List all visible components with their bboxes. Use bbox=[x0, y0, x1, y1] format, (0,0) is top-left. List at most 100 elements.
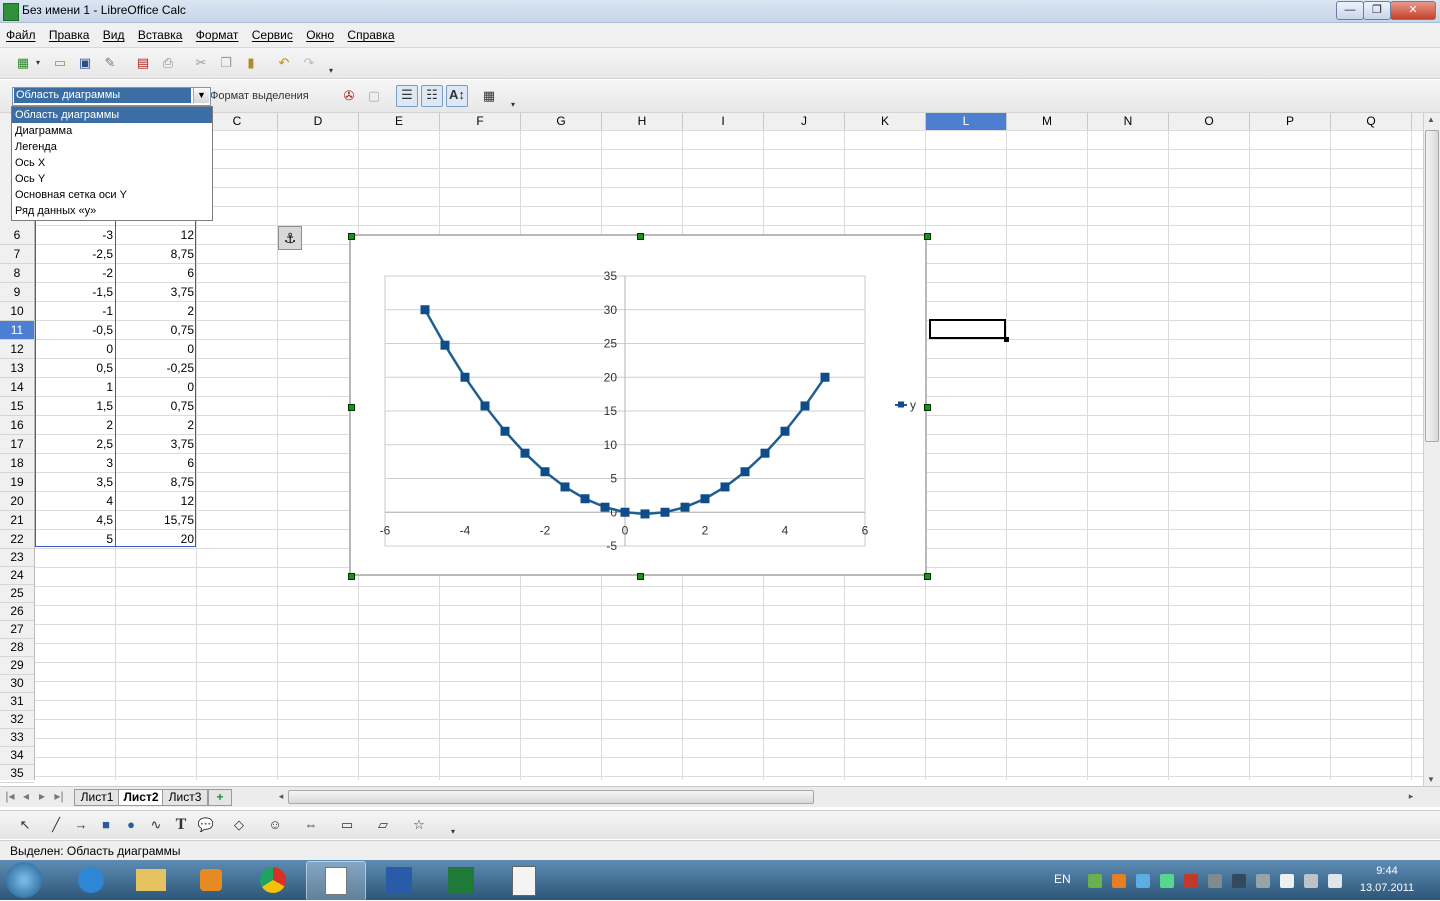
row-header[interactable]: 29 bbox=[0, 657, 34, 675]
cut-icon[interactable]: ✂ bbox=[192, 54, 210, 72]
cell-b[interactable]: 0 bbox=[116, 378, 196, 397]
cell-a[interactable]: 1 bbox=[35, 378, 115, 397]
row-header[interactable]: 19 bbox=[0, 473, 34, 492]
cell-a[interactable]: 5 bbox=[35, 530, 115, 549]
selection-handle[interactable] bbox=[348, 404, 355, 411]
cell-b[interactable]: 2 bbox=[116, 416, 196, 435]
toolbar-overflow-icon[interactable]: ▾ bbox=[326, 62, 336, 80]
column-header[interactable]: H bbox=[602, 113, 683, 130]
scroll-down-arrow-icon[interactable]: ▼ bbox=[1427, 775, 1435, 784]
paste-icon[interactable]: ▮ bbox=[242, 54, 260, 72]
taskbar-ie-icon[interactable] bbox=[62, 861, 120, 899]
cell-a[interactable]: 2,5 bbox=[35, 435, 115, 454]
cell-b[interactable]: 0,75 bbox=[116, 397, 196, 416]
cell-b[interactable]: 8,75 bbox=[116, 473, 196, 492]
row-header[interactable]: 35 bbox=[0, 765, 34, 783]
tray-icon-1[interactable] bbox=[1088, 874, 1102, 888]
column-header[interactable]: N bbox=[1088, 113, 1169, 130]
select-arrow-icon[interactable]: ↖ bbox=[16, 816, 34, 834]
selection-handle[interactable] bbox=[348, 233, 355, 240]
horizontal-grids-icon[interactable]: ☰ bbox=[396, 85, 418, 107]
menu-help[interactable]: Справка bbox=[347, 23, 394, 47]
flag-icon[interactable] bbox=[1280, 874, 1294, 888]
cell-b[interactable]: 2 bbox=[116, 302, 196, 321]
cell-b[interactable]: -0,25 bbox=[116, 359, 196, 378]
dropdown-option[interactable]: Ось X bbox=[12, 155, 212, 171]
first-sheet-icon[interactable]: |◂ bbox=[4, 789, 16, 804]
language-indicator[interactable]: EN bbox=[1054, 872, 1071, 886]
chart-type-icon[interactable]: ✇ bbox=[340, 87, 358, 105]
menu-window[interactable]: Окно bbox=[306, 23, 334, 47]
legend-on-off-icon[interactable]: ☷ bbox=[421, 85, 443, 107]
row-header[interactable]: 32 bbox=[0, 711, 34, 729]
taskbar-chrome-icon[interactable] bbox=[244, 861, 302, 899]
format-selection-button[interactable]: Формат выделения bbox=[210, 87, 322, 105]
row-header[interactable]: 28 bbox=[0, 639, 34, 657]
start-button[interactable] bbox=[6, 862, 42, 898]
cell-a[interactable]: 4,5 bbox=[35, 511, 115, 530]
column-header[interactable]: I bbox=[683, 113, 764, 130]
taskbar-libreoffice-icon[interactable] bbox=[306, 861, 366, 901]
new-document-icon[interactable]: ▦ bbox=[14, 54, 32, 72]
taskbar-explorer-icon[interactable] bbox=[122, 861, 180, 899]
cell-b[interactable]: 15,75 bbox=[116, 511, 196, 530]
vertical-scroll-thumb[interactable] bbox=[1425, 130, 1439, 442]
taskbar-word-icon[interactable] bbox=[370, 861, 428, 899]
maximize-button[interactable]: ❐ bbox=[1363, 1, 1391, 20]
scale-text-icon[interactable]: A↕ bbox=[446, 85, 468, 107]
horizontal-scroll-thumb[interactable] bbox=[288, 790, 814, 804]
row-header[interactable]: 22 bbox=[0, 530, 34, 549]
row-header[interactable]: 23 bbox=[0, 549, 34, 567]
sheet-tab-3[interactable]: Лист3 bbox=[162, 789, 208, 806]
chart-object[interactable]: -5 0 5 10 15 20 25 30 35 -6 -4 -2 0 2 4 6 y bbox=[348, 233, 931, 580]
scroll-up-arrow-icon[interactable]: ▲ bbox=[1427, 115, 1435, 124]
scroll-right-arrow-icon[interactable]: ▸ bbox=[1406, 789, 1416, 804]
cell-a[interactable]: 0,5 bbox=[35, 359, 115, 378]
menu-tools[interactable]: Сервис bbox=[252, 23, 293, 47]
automatic-layout-icon[interactable]: ▦ bbox=[480, 87, 498, 105]
row-header[interactable]: 25 bbox=[0, 585, 34, 603]
row-header[interactable]: 20 bbox=[0, 492, 34, 511]
column-header[interactable]: E bbox=[359, 113, 440, 130]
stars-icon[interactable]: ☆ bbox=[410, 816, 428, 834]
menu-insert[interactable]: Вставка bbox=[138, 23, 183, 47]
row-header[interactable]: 34 bbox=[0, 747, 34, 765]
cell-b[interactable]: 0 bbox=[116, 340, 196, 359]
column-header[interactable]: L bbox=[926, 113, 1007, 130]
clock-date[interactable]: 13.07.2011 bbox=[1356, 882, 1418, 894]
row-header[interactable]: 10 bbox=[0, 302, 34, 321]
taskbar-media-icon[interactable] bbox=[182, 861, 240, 899]
menu-file[interactable]: Файл bbox=[6, 23, 36, 47]
cell-b[interactable]: 0,75 bbox=[116, 321, 196, 340]
row-header[interactable]: 8 bbox=[0, 264, 34, 283]
anchor-icon[interactable]: ⚓ bbox=[278, 226, 302, 250]
column-header[interactable]: Q bbox=[1331, 113, 1412, 130]
row-header[interactable]: 27 bbox=[0, 621, 34, 639]
column-header[interactable]: K bbox=[845, 113, 926, 130]
cell-a[interactable]: -0,5 bbox=[35, 321, 115, 340]
row-header[interactable]: 24 bbox=[0, 567, 34, 585]
save-icon[interactable]: ▣ bbox=[76, 54, 94, 72]
flowchart-icon[interactable]: ▭ bbox=[338, 816, 356, 834]
tray-icon-5[interactable] bbox=[1184, 874, 1198, 888]
new-dropdown-icon[interactable]: ▾ bbox=[33, 54, 43, 72]
cell-a[interactable]: -2 bbox=[35, 264, 115, 283]
symbol-shapes-icon[interactable]: ☺ bbox=[266, 816, 284, 834]
cell-b[interactable]: 8,75 bbox=[116, 245, 196, 264]
row-header[interactable]: 26 bbox=[0, 603, 34, 621]
arrow-line-tool-icon[interactable]: → bbox=[72, 816, 90, 834]
chevron-down-icon[interactable]: ▼ bbox=[193, 88, 209, 103]
clock-time[interactable]: 9:44 bbox=[1362, 865, 1412, 877]
rectangle-tool-icon[interactable]: ■ bbox=[97, 816, 115, 834]
tray-icon-3[interactable] bbox=[1136, 874, 1150, 888]
row-header[interactable]: 13 bbox=[0, 359, 34, 378]
row-header[interactable]: 9 bbox=[0, 283, 34, 302]
copy-icon[interactable]: ❐ bbox=[217, 54, 235, 72]
open-folder-icon[interactable]: ▭ bbox=[51, 54, 69, 72]
cell-b[interactable]: 12 bbox=[116, 492, 196, 511]
add-sheet-button[interactable]: + bbox=[208, 789, 232, 806]
callout-tool-icon[interactable]: 💬 bbox=[197, 816, 215, 834]
column-header[interactable]: G bbox=[521, 113, 602, 130]
undo-icon[interactable]: ↶ bbox=[275, 54, 293, 72]
column-header[interactable]: P bbox=[1250, 113, 1331, 130]
